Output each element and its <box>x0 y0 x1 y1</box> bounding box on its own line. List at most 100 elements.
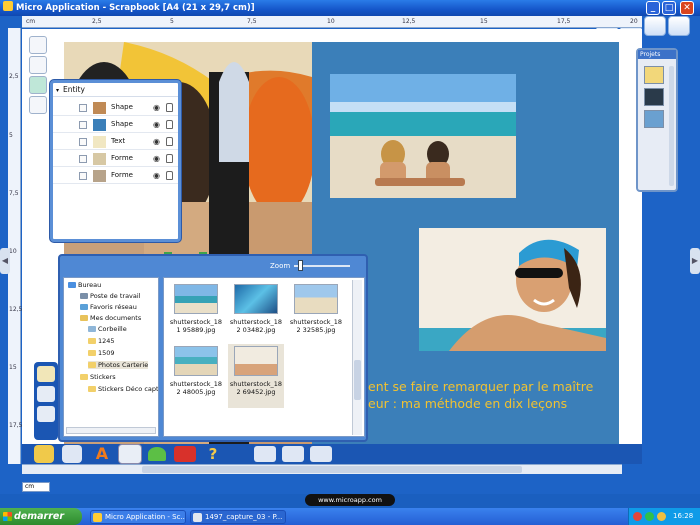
folder-icon <box>88 350 96 356</box>
bottom-toolbar: A ? <box>22 444 642 464</box>
entity-checkbox[interactable] <box>79 155 87 163</box>
ruler-tick: 7,5 <box>247 18 257 25</box>
entity-checkbox[interactable] <box>79 138 87 146</box>
lock-icon[interactable] <box>166 137 173 146</box>
maximize-button[interactable]: □ <box>662 1 676 15</box>
project-thumb[interactable] <box>644 66 664 84</box>
text-tool-icon[interactable]: A <box>92 445 112 463</box>
eye-icon[interactable]: ◉ <box>153 120 160 129</box>
task-button[interactable]: Micro Application - Sc... <box>90 510 186 524</box>
entity-row[interactable]: Shape ◉ <box>53 100 178 116</box>
paint-tool-icon[interactable] <box>34 445 54 463</box>
lock-icon[interactable] <box>166 171 173 180</box>
scrollbar-thumb[interactable] <box>142 466 522 473</box>
photo-frame-icon[interactable] <box>37 366 55 382</box>
page-caption[interactable]: ent se faire remarquer par le maître eur… <box>368 378 618 412</box>
eye-icon[interactable]: ◉ <box>153 154 160 163</box>
entity-checkbox[interactable] <box>79 121 87 129</box>
tree-node[interactable]: Stickers <box>80 373 116 381</box>
entity-row[interactable]: Forme ◉ <box>53 168 178 184</box>
photo-tool-icon[interactable] <box>118 444 142 464</box>
network-tray-icon[interactable] <box>645 512 654 521</box>
zoom-slider-handle[interactable] <box>298 260 303 271</box>
frame-tool-icon[interactable] <box>282 446 304 462</box>
thumbnail-image <box>234 346 278 376</box>
shape-tool-icon[interactable] <box>148 447 166 461</box>
lock-icon[interactable] <box>166 120 173 129</box>
tree-node[interactable]: Poste de travail <box>80 292 141 300</box>
entity-label: Shape <box>111 103 133 111</box>
woman-photo[interactable] <box>419 228 606 351</box>
eye-icon[interactable]: ◉ <box>153 103 160 112</box>
entity-row[interactable]: Forme ◉ <box>53 151 178 167</box>
help-tool-icon[interactable]: ? <box>204 444 222 464</box>
thumbnail-item[interactable]: shutterstock_182 48005.jpg <box>168 344 224 408</box>
ruler-tick: 15 <box>480 18 488 25</box>
lock-icon[interactable] <box>166 154 173 163</box>
left-arrow-icon[interactable]: ◀ <box>0 248 10 274</box>
thumbnail-item[interactable]: shutterstock_182 32585.jpg <box>288 282 344 346</box>
tree-node[interactable]: Mes documents <box>80 314 141 322</box>
tree-label: Corbeille <box>98 325 127 333</box>
beach-photo[interactable] <box>330 74 516 198</box>
magic-tool-icon[interactable] <box>668 16 690 36</box>
collapse-icon[interactable]: ▾ <box>56 84 59 98</box>
tree-hscrollbar[interactable] <box>66 427 156 434</box>
sticker-tool-icon[interactable] <box>174 446 196 462</box>
zoom-bar: Zoom <box>62 257 362 275</box>
tree-node[interactable]: Corbeille <box>88 325 127 333</box>
project-thumb[interactable] <box>644 110 664 128</box>
entity-header-label: Entity <box>63 85 85 94</box>
tree-node[interactable]: 1245 <box>88 337 115 345</box>
page-hscrollbar[interactable] <box>22 464 622 474</box>
tree-node[interactable]: Stickers Déco capt <box>88 385 158 393</box>
tree-node-selected[interactable]: Photos Carterie <box>88 361 149 369</box>
page-tool-icon[interactable] <box>29 96 47 114</box>
card-icon[interactable] <box>37 406 55 422</box>
entity-checkbox[interactable] <box>79 104 87 112</box>
entity-checkbox[interactable] <box>79 172 87 180</box>
right-arrow-icon[interactable]: ▶ <box>690 248 700 274</box>
ruler-tick: 2,5 <box>9 73 19 80</box>
layers-tool-icon[interactable] <box>29 56 47 74</box>
speaker-icon[interactable] <box>657 512 666 521</box>
hand-tool-icon[interactable] <box>310 446 332 462</box>
tree-node[interactable]: Bureau <box>68 281 101 289</box>
lock-icon[interactable] <box>166 103 173 112</box>
zoom-tool-icon[interactable] <box>29 36 47 54</box>
scrollbar-thumb[interactable] <box>354 360 361 400</box>
star-tool-icon[interactable] <box>644 16 666 36</box>
close-button[interactable]: ✕ <box>680 1 694 15</box>
entity-panel-header[interactable]: ▾ Entity <box>53 83 178 97</box>
thumbnail-item-selected[interactable]: shutterstock_182 69452.jpg <box>228 344 284 408</box>
thumbnail-item[interactable]: shutterstock_182 03482.jpg <box>228 282 284 346</box>
minimize-button[interactable]: _ <box>646 1 660 15</box>
website-url[interactable]: www.microapp.com <box>305 494 395 506</box>
tree-node[interactable]: 1509 <box>88 349 115 357</box>
antivirus-icon[interactable] <box>633 512 642 521</box>
eye-icon[interactable]: ◉ <box>153 171 160 180</box>
forme-thumb-icon <box>93 153 106 165</box>
entity-tool-icon[interactable] <box>29 76 47 94</box>
clipboard-tool-icon[interactable] <box>62 445 82 463</box>
layout-icon[interactable] <box>37 386 55 402</box>
eye-icon[interactable]: ◉ <box>153 137 160 146</box>
entity-row[interactable]: Shape ◉ <box>53 117 178 133</box>
task-button[interactable]: 1497_capture_03 - P... <box>190 510 286 524</box>
entity-row[interactable]: Text ◉ <box>53 134 178 150</box>
tree-node[interactable]: Favoris réseau <box>80 303 137 311</box>
tree-label: Mes documents <box>90 314 142 322</box>
undo-tool-icon[interactable] <box>254 446 276 462</box>
entity-label: Shape <box>111 120 133 128</box>
start-button[interactable]: demarrer <box>0 508 82 525</box>
project-thumb[interactable] <box>644 88 664 106</box>
thumbnail-item[interactable]: shutterstock_181 95889.jpg <box>168 282 224 346</box>
entity-label: Forme <box>111 154 133 162</box>
folder-icon <box>88 338 96 344</box>
unit-select[interactable]: cm <box>22 482 50 492</box>
side-toolbar <box>27 36 49 122</box>
left-lower-toolbar <box>34 362 58 440</box>
thumbnail-scrollbar[interactable] <box>352 280 362 435</box>
projects-scrollbar[interactable] <box>669 66 674 186</box>
folder-icon <box>80 374 88 380</box>
